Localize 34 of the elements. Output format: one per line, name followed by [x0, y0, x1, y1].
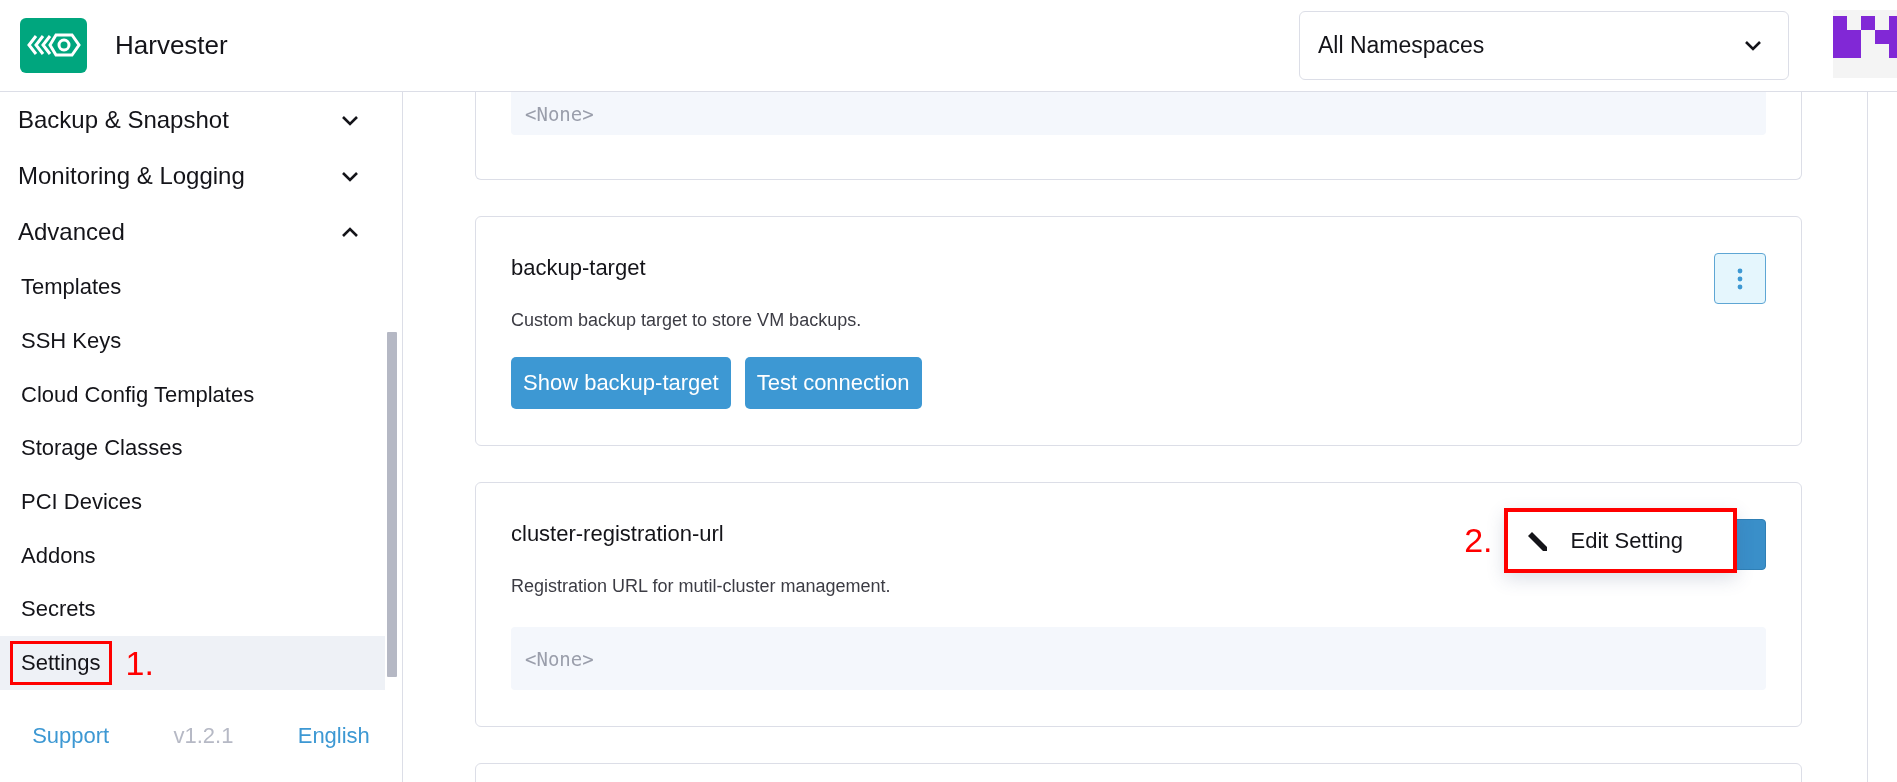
actions-menu-button[interactable]	[1714, 253, 1766, 304]
menu-item-label: Edit Setting	[1570, 527, 1683, 554]
nav-item[interactable]: Storage Classes	[0, 421, 385, 476]
nav-item[interactable]: Settings 1.	[0, 636, 385, 690]
chevron-down-icon	[341, 114, 359, 126]
nav-item[interactable]: Templates	[0, 260, 385, 315]
more-vertical-icon	[1737, 267, 1743, 290]
pencil-icon	[1526, 529, 1549, 552]
edit-setting-menu-item[interactable]: Edit Setting	[1504, 508, 1737, 573]
nav-item[interactable]: SSH Keys	[0, 314, 385, 368]
chevron-down-icon	[341, 170, 359, 182]
nav-item[interactable]: Cloud Config Templates	[0, 367, 385, 422]
setting-name: cluster-registration-url	[511, 521, 724, 547]
annotation-number: 1.	[125, 643, 154, 683]
annotation-number: 2.	[1464, 521, 1493, 560]
nav-item[interactable]: Addons	[0, 528, 385, 583]
setting-name: backup-target	[511, 255, 646, 281]
namespace-select[interactable]: All Namespaces	[1299, 11, 1789, 80]
setting-description: Custom backup target to store VM backups.	[511, 310, 863, 331]
avatar-icon[interactable]	[1833, 9, 1897, 78]
setting-value-field: <None>	[511, 92, 1766, 135]
app-name: Harvester	[115, 30, 228, 61]
nav-group[interactable]: Backup & Snapshot	[0, 92, 385, 149]
harvester-logo-icon	[20, 18, 87, 73]
setting-description: Registration URL for mutil-cluster management.	[511, 576, 892, 597]
setting-value-field: <None>	[511, 627, 1766, 690]
nav-item[interactable]: PCI Devices	[0, 475, 385, 529]
chevron-up-icon	[341, 226, 359, 238]
version-label: v1.2.1	[173, 723, 234, 749]
nav-group[interactable]: Monitoring & Logging	[0, 148, 385, 205]
nav-item[interactable]: Secrets	[0, 582, 385, 637]
chevron-down-icon	[1744, 40, 1762, 51]
scrollbar-thumb[interactable]	[387, 332, 397, 677]
nav-group[interactable]: Advanced	[0, 204, 385, 261]
